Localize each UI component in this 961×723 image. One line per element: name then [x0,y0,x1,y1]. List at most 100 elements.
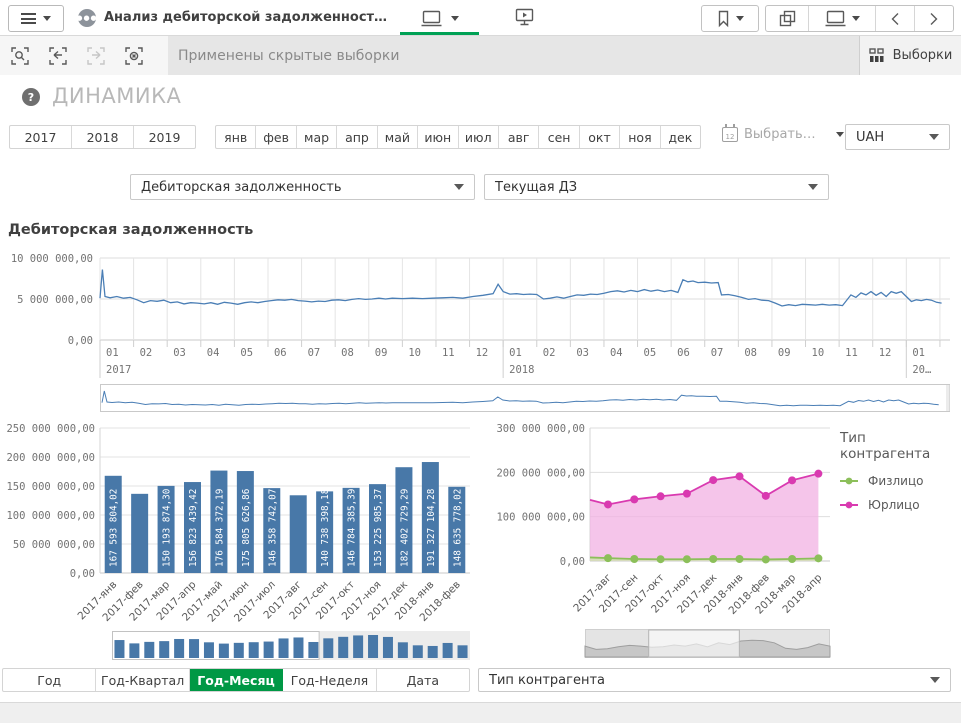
date-picker[interactable]: 12 Выбрать… [722,127,844,142]
svg-text:153 225 985,37: 153 225 985,37 [373,489,384,567]
svg-text:2018: 2018 [509,364,534,376]
svg-text:0,00: 0,00 [560,556,585,568]
granularity-button-Год-Квартал[interactable]: Год-Квартал [96,669,189,691]
search-icon [11,47,29,65]
svg-text:06: 06 [677,347,690,359]
chevron-right-icon [929,12,939,26]
bookmarks-button[interactable] [701,5,759,32]
svg-text:02: 02 [543,347,556,359]
legend-title: Тип контрагента [840,430,958,462]
month-button-апр[interactable]: апр [337,126,377,148]
monitor-icon [421,10,442,27]
presentation-icon [514,8,535,28]
smart-search-button[interactable] [6,42,34,70]
chevron-down-icon [454,184,464,190]
svg-text:150 000 000,00: 150 000 000,00 [6,481,95,493]
daily-chart-navigator[interactable] [100,384,950,412]
year-button-2018[interactable]: 2018 [72,126,134,148]
svg-text:175 805 626,86: 175 805 626,86 [241,489,252,567]
sheet-view-button[interactable] [404,6,476,30]
month-button-окт[interactable]: окт [580,126,620,148]
current-sheet-dropdown[interactable] [809,6,876,31]
legend-item-Юрлицо[interactable]: Юрлицо [840,498,958,512]
measure-dropdown[interactable]: Дебиторская задолженность [130,174,475,200]
year-filter-group: 201720182019 [9,125,196,149]
app-window: ●●● Анализ дебиторской задолженност… [0,0,961,723]
selections-toolbar: Применены скрытые выборки Выборки [0,36,961,75]
svg-text:300 000 000,00: 300 000 000,00 [496,423,585,435]
svg-text:10 000 000,00: 10 000 000,00 [11,253,93,265]
bookmark-icon [717,10,730,27]
svg-text:0,00: 0,00 [70,568,95,580]
svg-text:11: 11 [442,347,455,359]
next-sheet-button[interactable] [915,6,953,31]
dimension-dropdown[interactable]: Тип контрагента [478,668,951,692]
granularity-button-Дата[interactable]: Дата [377,669,469,691]
legend: Тип контрагента Физлицо Юрлицо [840,430,958,522]
svg-text:06: 06 [274,347,287,359]
month-button-дек[interactable]: дек [661,126,700,148]
clear-circle-icon [125,47,143,65]
granularity-button-Год[interactable]: Год [3,669,96,691]
chevron-down-icon [808,184,818,190]
svg-text:200 000 000,00: 200 000 000,00 [496,467,585,479]
month-button-ноя[interactable]: ноя [620,126,660,148]
year-button-2019[interactable]: 2019 [134,126,195,148]
sheets-overview-button[interactable] [766,6,809,31]
top-toolbar: ●●● Анализ дебиторской задолженност… [0,0,961,36]
selections-grid-icon [869,48,885,63]
legend-item-Физлицо[interactable]: Физлицо [840,474,958,488]
svg-text:04: 04 [207,347,220,359]
selections-tool-button[interactable]: Выборки [859,36,961,75]
month-button-июн[interactable]: июн [418,126,458,148]
step-back-button[interactable] [44,42,72,70]
previous-sheet-button[interactable] [876,6,915,31]
svg-text:03: 03 [576,347,589,359]
bar-chart-navigator[interactable] [112,631,470,660]
granularity-button-Год-Неделя[interactable]: Год-Неделя [283,669,376,691]
chevron-down-icon [930,677,940,683]
submeasure-dropdown[interactable]: Текущая ДЗ [484,174,829,200]
legend-marker-icon [840,500,860,510]
svg-text:0,00: 0,00 [68,335,93,347]
month-button-сен[interactable]: сен [539,126,579,148]
svg-text:04: 04 [610,347,623,359]
area-chart-navigator[interactable] [585,629,830,658]
sheets-icon [779,10,796,27]
year-button-2017[interactable]: 2017 [10,126,72,148]
month-button-май[interactable]: май [378,126,418,148]
chevron-down-icon [736,16,744,21]
svg-text:01: 01 [509,347,522,359]
daily-debt-line-chart[interactable]: 10 000 000,005 000 000,000,0001020304050… [0,248,961,384]
step-forward-button[interactable] [82,42,110,70]
svg-text:146 784 385,39: 146 784 385,39 [347,489,358,567]
measure-value: Дебиторская задолженность [141,180,342,195]
clear-selections-button[interactable] [120,42,148,70]
date-picker-label: Выбрать… [744,127,816,142]
chevron-down-icon [852,16,860,21]
svg-text:150 193 874,30: 150 193 874,30 [162,489,173,567]
granularity-button-Год-Месяц[interactable]: Год-Месяц [190,669,283,691]
help-icon[interactable]: ? [22,88,40,106]
svg-text:156 823 439,42: 156 823 439,42 [188,489,199,567]
month-button-мар[interactable]: мар [297,126,337,148]
month-button-июл[interactable]: июл [459,126,499,148]
svg-text:20…: 20… [912,364,931,376]
svg-text:140 738 398,18: 140 738 398,18 [320,489,331,567]
global-menu-button[interactable] [8,5,64,32]
selection-tools [0,36,168,75]
chevron-down-icon [929,134,939,140]
svg-text:01: 01 [106,347,119,359]
svg-text:250 000 000,00: 250 000 000,00 [6,423,95,435]
month-button-авг[interactable]: авг [499,126,539,148]
svg-text:100 000 000,00: 100 000 000,00 [6,510,95,522]
month-button-фев[interactable]: фев [256,126,296,148]
presentation-mode-button[interactable] [510,6,538,30]
undo-arrow-icon [49,47,67,65]
month-filter-group: янвфевмарапрмайиюниюлавгсеноктноядек [215,125,701,149]
month-button-янв[interactable]: янв [216,126,256,148]
dimension-value: Тип контрагента [489,673,605,688]
svg-text:2017: 2017 [106,364,131,376]
svg-text:05: 05 [644,347,657,359]
currency-dropdown[interactable]: UAH [845,124,950,150]
